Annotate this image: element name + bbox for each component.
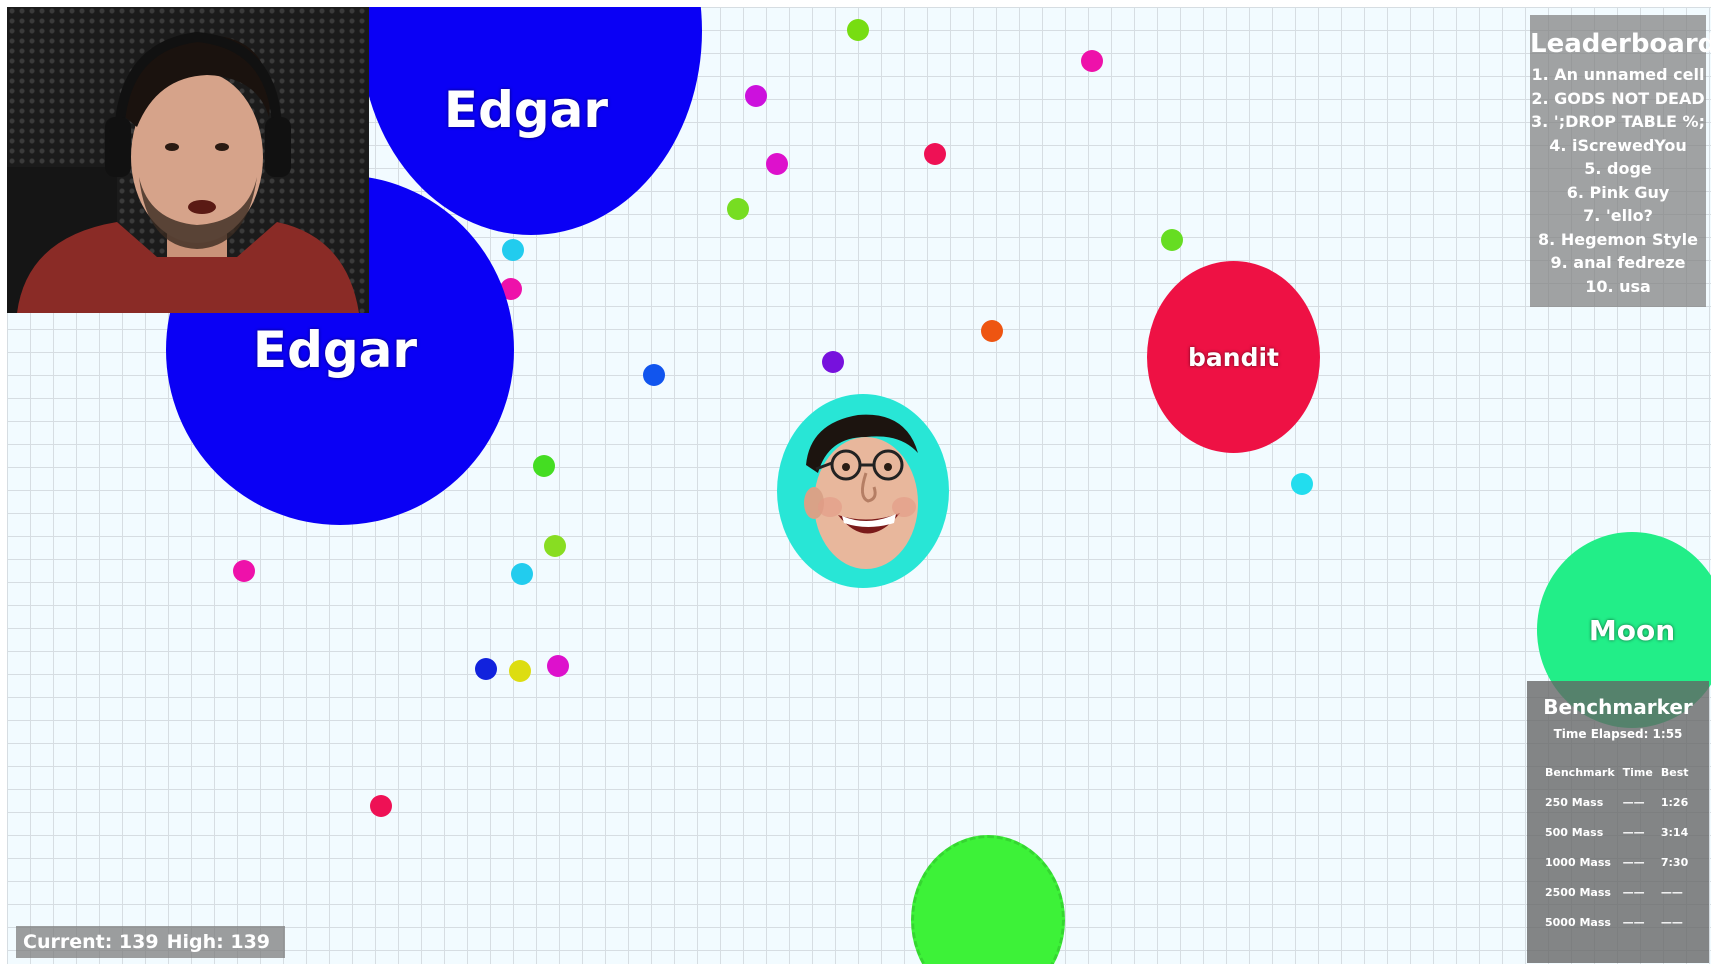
- cell-name: Edgar: [252, 321, 418, 379]
- food-pellet: [643, 364, 665, 386]
- food-pellet: [727, 198, 749, 220]
- food-pellet: [509, 660, 531, 682]
- leaderboard-entry: 8. Hegemon Style: [1538, 229, 1698, 249]
- leaderboard-entry: 1. An unnamed cell: [1531, 65, 1705, 84]
- player-skin-face-icon: [804, 414, 918, 569]
- benchmarker-panel: Benchmarker Time Elapsed: 1:55 Benchmark…: [1527, 681, 1709, 963]
- table-row: 250 Mass —— 1:26: [1541, 787, 1693, 817]
- leaderboard-entry: 2. GODS NOT DEAD: [1531, 88, 1705, 108]
- benchmark-label: 2500 Mass: [1545, 885, 1611, 899]
- benchmark-time: ——: [1622, 915, 1645, 929]
- benchmark-label: 500 Mass: [1545, 825, 1604, 839]
- food-pellet: [502, 239, 524, 261]
- cell-name: Moon: [1588, 613, 1676, 647]
- benchmark-table: Benchmark Time Best 250 Mass —— 1:26 500…: [1541, 757, 1693, 937]
- food-pellet: [370, 795, 392, 817]
- player-cell[interactable]: [777, 394, 949, 588]
- table-row: 2500 Mass —— ——: [1541, 877, 1693, 907]
- benchmark-time: ——: [1622, 885, 1645, 899]
- food-pellet: [745, 85, 767, 107]
- green-virus-cell: [911, 835, 1065, 964]
- table-row: 500 Mass —— 3:14: [1541, 817, 1693, 847]
- benchmark-best: ——: [1660, 885, 1683, 899]
- time-elapsed: Time Elapsed: 1:55: [1553, 727, 1683, 741]
- table-header-row: Benchmark Time Best: [1541, 757, 1693, 787]
- streamer-webcam-overlay: [7, 7, 369, 313]
- cell-name: bandit: [1188, 342, 1279, 372]
- food-pellet: [544, 535, 566, 557]
- benchmark-best: 1:26: [1660, 795, 1689, 809]
- food-pellet: [533, 455, 555, 477]
- column-header: Best: [1660, 765, 1689, 779]
- table-row: 1000 Mass —— 7:30: [1541, 847, 1693, 877]
- benchmark-best: ——: [1660, 915, 1683, 929]
- food-pellet: [847, 19, 869, 41]
- food-pellet: [475, 658, 497, 680]
- food-pellet: [981, 320, 1003, 342]
- food-pellet: [1291, 473, 1313, 495]
- leaderboard-entry: 6. Pink Guy: [1566, 182, 1670, 202]
- leaderboard-title: Leaderboard: [1530, 29, 1711, 59]
- game-canvas[interactable]: Edgar Edgar bandit Moon Current: 139 Hig…: [7, 7, 1711, 964]
- leaderboard-entry: 9. anal fedreze: [1550, 253, 1686, 272]
- leaderboard-entry: 4. iScrewedYou: [1549, 135, 1687, 155]
- food-pellet: [924, 143, 946, 165]
- column-header: Time: [1622, 765, 1653, 779]
- benchmark-label: 1000 Mass: [1545, 855, 1611, 869]
- leaderboard-entry: 10. usa: [1585, 276, 1651, 296]
- leaderboard-entry: 5. doge: [1584, 159, 1652, 178]
- column-header: Benchmark: [1545, 765, 1615, 779]
- leaderboard-panel: Leaderboard 1. An unnamed cell 2. GODS N…: [1530, 15, 1711, 307]
- food-pellet: [822, 351, 844, 373]
- enemy-cell-bandit: bandit: [1147, 261, 1320, 453]
- food-pellet: [1161, 229, 1183, 251]
- food-pellet: [766, 153, 788, 175]
- table-row: 5000 Mass —— ——: [1541, 907, 1693, 937]
- benchmark-time: ——: [1622, 795, 1645, 809]
- leaderboard-entry: 7. 'ello?: [1583, 206, 1653, 225]
- benchmark-best: 7:30: [1660, 855, 1689, 869]
- score-display: Current: 139 High: 139: [16, 926, 286, 958]
- food-pellet: [547, 655, 569, 677]
- benchmark-label: 5000 Mass: [1545, 915, 1611, 929]
- high-score: High: 139: [166, 931, 271, 953]
- streamer-webcam-icon: [7, 31, 359, 313]
- benchmark-time: ——: [1622, 825, 1645, 839]
- leaderboard-entry: 3. ';DROP TABLE %;: [1531, 112, 1705, 131]
- benchmark-label: 250 Mass: [1545, 795, 1604, 809]
- benchmark-time: ——: [1622, 855, 1645, 869]
- cell-name: Edgar: [443, 81, 609, 139]
- current-score: Current: 139: [23, 931, 159, 953]
- food-pellet: [233, 560, 255, 582]
- benchmark-best: 3:14: [1660, 825, 1689, 839]
- benchmarker-title: Benchmarker: [1543, 695, 1693, 719]
- food-pellet: [1081, 50, 1103, 72]
- food-pellet: [511, 563, 533, 585]
